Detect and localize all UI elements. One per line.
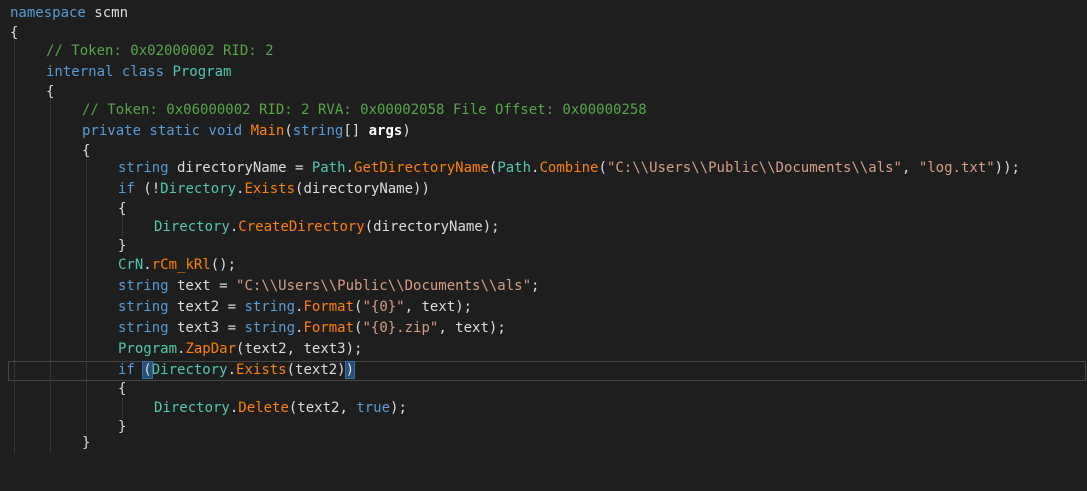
variable: text2 = <box>168 299 245 315</box>
code-line[interactable]: CrN.rCm_kRl(); <box>0 256 1087 275</box>
code-line[interactable]: { <box>0 83 1087 102</box>
keyword: string <box>292 123 344 139</box>
method-name: Exists <box>236 362 287 378</box>
code-line[interactable]: string directoryName = Path.GetDirectory… <box>0 159 1087 178</box>
method-name: CreateDirectory <box>238 219 365 235</box>
punctuation: , <box>901 160 919 176</box>
code-line[interactable]: private static void Main(string[] args) <box>0 122 1087 141</box>
code-line[interactable]: } <box>0 434 1087 453</box>
punctuation: )); <box>994 160 1020 176</box>
string-literal: "log.txt" <box>918 160 995 176</box>
string-literal: "C:\\Users\\Public\\Documents\\als" <box>236 278 532 294</box>
namespace-name: scmn <box>94 5 129 21</box>
punctuation: ( <box>284 123 293 139</box>
code-line[interactable]: { <box>0 24 1087 43</box>
keyword: true <box>356 400 391 416</box>
punctuation: (text2, text3); <box>236 341 363 357</box>
code-line[interactable]: Program.ZapDar(text2, text3); <box>0 340 1087 359</box>
method-name: Format <box>303 320 355 336</box>
variable: text3 = <box>168 320 245 336</box>
variable: text = <box>168 278 237 294</box>
keyword: string <box>244 299 296 315</box>
punctuation: (! <box>134 181 161 197</box>
type-name: Path <box>311 160 346 176</box>
brace: { <box>118 201 127 217</box>
code-line[interactable]: } <box>0 237 1087 256</box>
code-line[interactable]: string text = "C:\\Users\\Public\\Docume… <box>0 277 1087 296</box>
type-name: CrN <box>118 257 144 273</box>
method-name: Combine <box>539 160 599 176</box>
punctuation: ; <box>531 278 540 294</box>
type-name: Directory <box>160 181 237 197</box>
punctuation: . <box>227 362 237 378</box>
method-name: Format <box>303 299 355 315</box>
code-line[interactable]: Directory.Delete(text2, true); <box>0 399 1087 418</box>
comment: // Token: 0x02000002 RID: 2 <box>46 43 274 59</box>
type-name: Directory <box>154 400 230 416</box>
keyword: string <box>118 160 169 176</box>
keyword: string <box>118 320 169 336</box>
brace: { <box>46 84 55 100</box>
matching-paren-highlight: ) <box>344 361 356 379</box>
keyword: namespace <box>10 5 86 21</box>
keyword: string <box>244 320 296 336</box>
punctuation: (text2) <box>286 362 346 378</box>
class-name: Program <box>172 64 232 80</box>
code-line[interactable]: // Token: 0x06000002 RID: 2 RVA: 0x00002… <box>0 101 1087 120</box>
variable: directoryName = <box>168 160 312 176</box>
string-literal: "C:\\Users\\Public\\Documents\\als" <box>606 160 902 176</box>
comment: // Token: 0x06000002 RID: 2 RVA: 0x00002… <box>82 102 647 118</box>
code-line[interactable]: Directory.CreateDirectory(directoryName)… <box>0 218 1087 237</box>
method-name: ZapDar <box>185 341 237 357</box>
keyword: if <box>118 181 135 197</box>
brace: } <box>118 238 127 254</box>
punctuation: (text2, <box>288 400 357 416</box>
method-name: Delete <box>238 400 289 416</box>
keyword: if <box>118 362 135 378</box>
brace: { <box>10 25 19 41</box>
punctuation: [] <box>343 123 369 139</box>
code-line[interactable]: if (!Directory.Exists(directoryName)) <box>0 180 1087 199</box>
punctuation: ( <box>598 160 607 176</box>
brace: { <box>118 381 127 397</box>
parameter-name: args <box>368 123 403 139</box>
method-name: Exists <box>244 181 296 197</box>
punctuation: (directoryName)) <box>295 181 430 197</box>
code-line[interactable]: { <box>0 380 1087 399</box>
method-name: GetDirectoryName <box>354 160 489 176</box>
code-line[interactable]: internal class Program <box>0 63 1087 82</box>
code-line-current[interactable]: if (Directory.Exists(text2)) <box>0 361 1087 380</box>
type-name: Program <box>118 341 178 357</box>
keyword: string <box>118 278 169 294</box>
type-name: Directory <box>154 219 230 235</box>
code-editor[interactable]: namespace scmn { // Token: 0x02000002 RI… <box>0 0 1087 453</box>
code-line[interactable]: string text2 = string.Format("{0}", text… <box>0 298 1087 317</box>
string-literal: "{0}" <box>362 299 405 315</box>
type-name: Directory <box>151 362 228 378</box>
keyword: string <box>118 299 169 315</box>
punctuation: ); <box>390 400 407 416</box>
keyword: private static void <box>82 123 243 139</box>
punctuation: , text); <box>404 299 473 315</box>
punctuation: (directoryName); <box>364 219 500 235</box>
type-name: Path <box>497 160 532 176</box>
method-name: rCm_kRl <box>151 257 211 273</box>
punctuation: (); <box>210 257 237 273</box>
matching-paren-highlight: ( <box>142 361 153 379</box>
brace: } <box>82 435 91 451</box>
code-line[interactable]: // Token: 0x02000002 RID: 2 <box>0 42 1087 61</box>
punctuation: . <box>143 257 152 273</box>
code-line[interactable]: namespace scmn <box>0 4 1087 23</box>
punctuation: . <box>345 160 355 176</box>
punctuation: , text); <box>438 320 506 336</box>
method-name: Main <box>250 123 285 139</box>
code-line[interactable]: { <box>0 200 1087 219</box>
punctuation: ) <box>402 123 411 139</box>
code-line[interactable]: string text3 = string.Format("{0}.zip", … <box>0 319 1087 338</box>
string-literal: "{0}.zip" <box>362 320 439 336</box>
keyword: internal class <box>46 64 165 80</box>
